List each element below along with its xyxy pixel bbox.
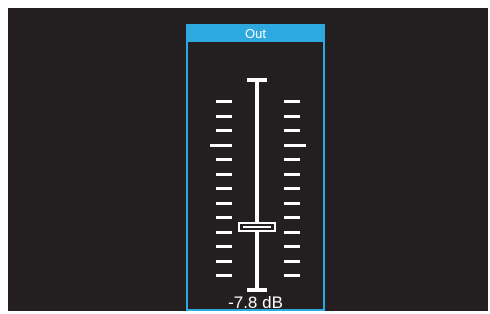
fader-tick-left: [216, 129, 232, 132]
fader-tick-right: [284, 230, 300, 234]
fader-tick-right: [284, 259, 300, 263]
fader-tick-right: [284, 129, 300, 132]
output-fader-panel: Out -7.8 dB: [186, 24, 325, 312]
fader-tick-right: [284, 143, 306, 147]
panel-title: Out: [188, 26, 323, 42]
fader-tick-left: [216, 274, 232, 277]
fader-tick-right: [284, 216, 300, 219]
fader-tick-left: [216, 114, 232, 118]
mixer-screen: Out -7.8 dB: [8, 8, 488, 312]
fader-tick-left: [216, 100, 232, 103]
fader-tick-left: [216, 230, 232, 234]
fader-value-label: -7.8 dB: [228, 293, 283, 312]
fader-tick-right: [284, 158, 300, 161]
fader-tick-left: [216, 187, 232, 190]
fader-bottom-cap: [247, 288, 267, 292]
fader-tick-left: [216, 201, 232, 205]
fader-tick-left: [216, 245, 232, 248]
fader-tick-right: [284, 187, 300, 190]
fader-tick-right: [284, 100, 300, 103]
fader-track[interactable]: [255, 80, 259, 290]
fader-tick-left: [216, 158, 232, 161]
fader-knob[interactable]: [238, 222, 276, 232]
fader-tick-left: [216, 172, 232, 176]
fader-tick-right: [284, 245, 300, 248]
fader-tick-right: [284, 114, 300, 118]
fader-tick-left: [210, 143, 232, 147]
fader-tick-right: [284, 172, 300, 176]
fader-area[interactable]: [188, 42, 323, 292]
fader-tick-right: [284, 274, 300, 277]
fader-tick-left: [216, 259, 232, 263]
fader-tick-right: [284, 201, 300, 205]
fader-tick-left: [216, 216, 232, 219]
